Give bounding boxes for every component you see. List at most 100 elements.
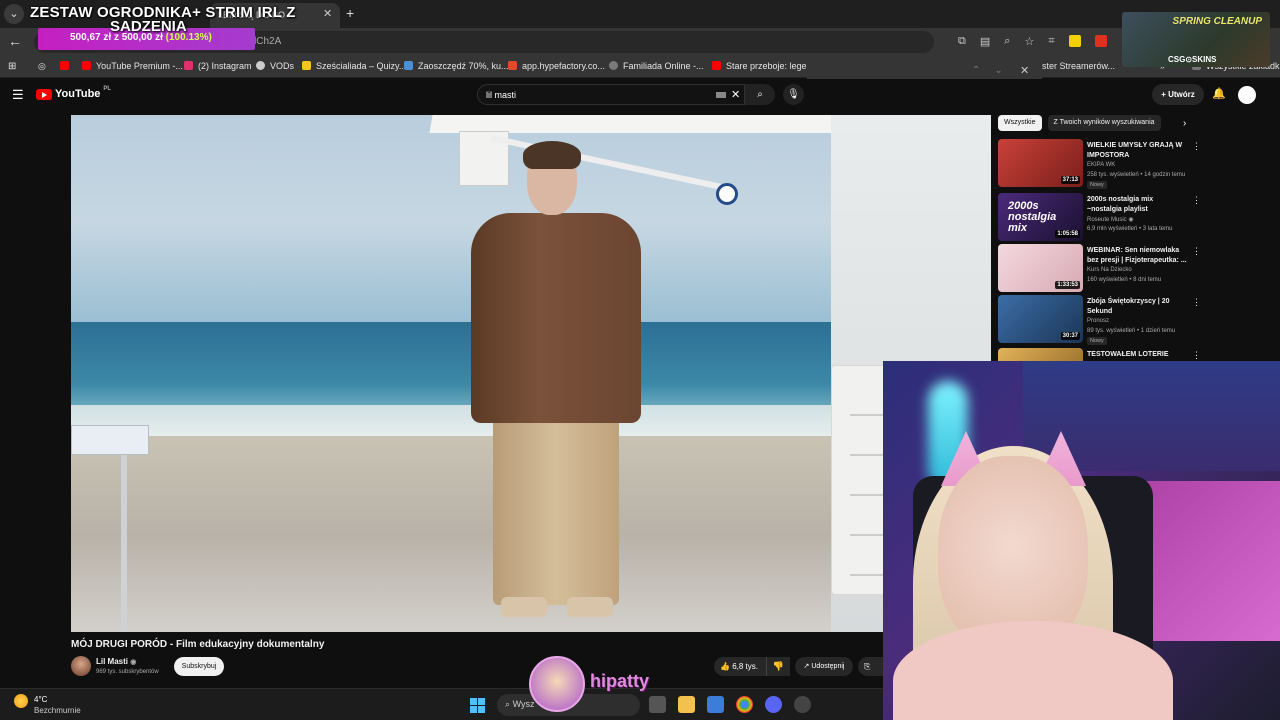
more-options-icon[interactable]: ⋮ (1192, 246, 1201, 257)
store-icon[interactable] (707, 696, 724, 713)
recommendation-channel[interactable]: EKIPA WK (1087, 162, 1115, 168)
dislike-button[interactable]: 👎 (766, 657, 790, 676)
create-button[interactable]: + Utwórz (1152, 84, 1204, 105)
bookmark-label: VODs (270, 61, 295, 71)
recommendation-item[interactable]: 37:13 WIELKIE UMYSŁY GRAJĄ W IMPOSTORA E… (998, 139, 1204, 189)
weather-sun-icon[interactable] (14, 694, 28, 708)
find-close-icon[interactable]: ✕ (1020, 64, 1029, 77)
recommendation-meta: 160 wyświetleń • 8 dni temu (1087, 277, 1162, 283)
video-thumbnail[interactable]: 2000s nostalgia mix 1:05:58 (998, 193, 1083, 241)
video-duration: 37:13 (1060, 176, 1080, 184)
file-explorer-icon[interactable] (678, 696, 695, 713)
obs-icon[interactable] (794, 696, 811, 713)
extension-yellow-icon[interactable] (1068, 35, 1081, 47)
recommendation-item[interactable]: 1:33:53 WEBINAR: Sen niemowlaka bez pres… (998, 244, 1204, 292)
recommendation-meta: 89 tys. wyświetleń • 1 dzień temu (1087, 328, 1176, 334)
video-thumbnail[interactable]: 37:13 (998, 139, 1083, 187)
bookmark-item[interactable]: app.hypefactory.co... (508, 61, 605, 71)
recommendation-title[interactable]: Zbója Świętokrzyscy | 20 Sekund (1087, 297, 1187, 317)
bookmark-youtube-icon[interactable] (60, 61, 74, 71)
clear-search-icon[interactable]: ✕ (731, 88, 740, 101)
bookmark-item[interactable]: VODs (256, 61, 294, 71)
channel-text: Roseute Music (1087, 217, 1127, 223)
extensions-icon[interactable]: ⌗ (1048, 35, 1054, 48)
recommendation-item[interactable]: 30:37 Zbója Świętokrzyscy | 20 Sekund Pr… (998, 295, 1204, 345)
new-tab-icon[interactable]: + (346, 5, 354, 21)
extension-red-icon[interactable] (1094, 35, 1107, 47)
save-bookmark-icon: ⎘ (864, 662, 871, 671)
recommendation-item[interactable]: 2000s nostalgia mix 1:05:58 2000s nostalg… (998, 193, 1204, 241)
recommendation-title[interactable]: TESTOWAŁEM LOTERIE PRZEZ (1087, 350, 1187, 361)
channel-name-text: Lil Masti (96, 657, 129, 666)
recommendation-title[interactable]: WEBINAR: Sen niemowlaka bez presji | Fiz… (1087, 246, 1187, 266)
quiz-icon (302, 61, 311, 70)
apps-grid-icon[interactable]: ⊞ (8, 61, 16, 72)
subscriber-count: 969 tys. subskrybentów (96, 669, 159, 675)
bookmark-label: Sześcialiada – Quizy... (316, 61, 407, 71)
streamer-name: hipatty (590, 671, 650, 691)
toolbar-icons: ⧉ ▤ ⌕ ☆ ⌗ (958, 35, 1107, 48)
bookmark-item[interactable]: Sześcialiada – Quizy... (302, 61, 406, 71)
share-button[interactable]: ↗ Udostępnij (795, 657, 853, 676)
keyboard-icon[interactable] (716, 92, 726, 98)
tab-close-icon[interactable]: ✕ (323, 7, 332, 20)
recommendation-title[interactable]: 2000s nostalgia mix ~nostalgia playlist (1087, 195, 1187, 215)
familiada-icon (609, 61, 618, 70)
bookmark-item[interactable]: (2) Instagram (184, 61, 252, 71)
find-navigation-icons[interactable]: ⌃⌄ (972, 65, 1017, 76)
more-options-icon[interactable]: ⋮ (1192, 141, 1201, 152)
chip-all[interactable]: Wszystkie (998, 115, 1042, 131)
weather-description[interactable]: Bezchmurnie (34, 706, 81, 715)
recommendation-channel[interactable]: Roseute Music ◉ (1087, 216, 1134, 223)
video-duration: 1:05:58 (1055, 230, 1080, 238)
more-options-icon[interactable]: ⋮ (1192, 297, 1201, 308)
channel-name[interactable]: Lil Masti ◉ (96, 657, 136, 666)
search-button[interactable]: ⌕ (745, 84, 775, 105)
hamburger-menu-icon[interactable]: ☰ (12, 87, 24, 103)
bookmark-item[interactable]: YouTube Premium -... (82, 61, 183, 71)
thumbs-up-icon: 👍 (720, 662, 730, 671)
video-thumbnail[interactable]: 30:37 (998, 295, 1083, 343)
donation-title-line2: SADZENIA (110, 18, 187, 35)
bookmark-item[interactable]: ster Streamerów... (1042, 61, 1115, 71)
bookmark-star-icon[interactable]: ☆ (1024, 35, 1034, 48)
account-avatar[interactable] (1238, 86, 1256, 104)
discord-icon[interactable] (765, 696, 782, 713)
chip-next-arrow-icon[interactable]: › (1183, 118, 1186, 129)
windows-taskbar: 4°C Bezchmurnie ⌕ Wysz (0, 688, 883, 720)
reader-mode-icon[interactable]: ▤ (980, 35, 990, 48)
recommendation-channel[interactable]: Kurs Na Dziecko (1087, 267, 1132, 273)
channel-avatar[interactable] (71, 656, 91, 676)
search-icon: ⌕ (505, 699, 511, 709)
start-button-icon[interactable] (470, 698, 485, 713)
recommendation-item[interactable]: TESTOWAŁEM LOTERIE PRZEZ ⋮ (998, 348, 1204, 361)
more-options-icon[interactable]: ⋮ (1192, 195, 1201, 206)
new-badge: Nowy (1087, 337, 1107, 345)
bookmark-item[interactable]: Zaoszczędź 70%, ku... (404, 61, 509, 71)
youtube-logo[interactable]: YouTube PL (36, 86, 111, 100)
chip-from-search[interactable]: Z Twoich wyników wyszukiwania (1047, 115, 1161, 131)
video-duration: 30:37 (1060, 332, 1080, 340)
zoom-icon[interactable]: ⌕ (1004, 35, 1010, 48)
streamer-badge: hipatty (529, 656, 649, 712)
task-view-icon[interactable] (649, 696, 666, 713)
more-options-icon[interactable]: ⋮ (1192, 350, 1201, 361)
recommendation-title[interactable]: WIELKIE UMYSŁY GRAJĄ W IMPOSTORA (1087, 141, 1187, 161)
donation-current: 500,67 zł (70, 32, 112, 43)
install-app-icon[interactable]: ⧉ (958, 35, 966, 48)
bookmark-misc-icon[interactable]: ◎ (38, 61, 46, 72)
bookmark-item[interactable]: Familiada Online -... (609, 61, 704, 71)
notifications-bell-icon[interactable]: 🔔 (1212, 87, 1226, 100)
video-title: MÓJ DRUGI PORÓD - Film edukacyjny dokume… (71, 639, 325, 650)
weather-temperature[interactable]: 4°C (34, 695, 47, 704)
bookmark-item[interactable]: Stare przeboje: lege... (712, 61, 814, 71)
search-input[interactable]: lil masti (477, 84, 745, 105)
bookmark-label: Stare przeboje: lege... (726, 61, 815, 71)
video-thumbnail[interactable]: 1:33:53 (998, 244, 1083, 292)
video-thumbnail[interactable] (998, 348, 1083, 361)
chrome-icon[interactable] (736, 696, 753, 713)
recommendation-channel[interactable]: Pronosz (1087, 318, 1109, 324)
subscribe-button[interactable]: Subskrybuj (174, 657, 224, 676)
voice-search-button[interactable]: 🎙 (783, 84, 804, 105)
video-player[interactable] (71, 115, 991, 632)
